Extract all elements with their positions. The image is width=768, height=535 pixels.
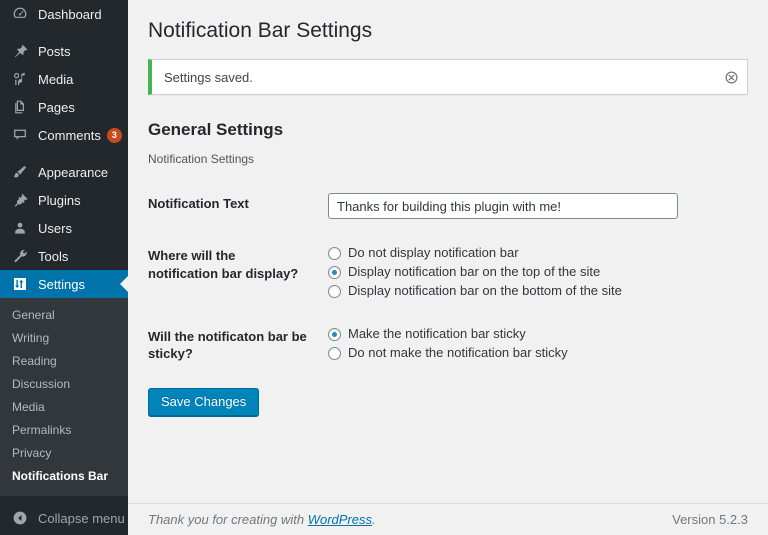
sidebar-item-label: Posts: [38, 43, 71, 59]
sidebar-item-pages[interactable]: Pages: [0, 93, 128, 121]
sidebar-item-settings[interactable]: Settings: [0, 270, 128, 298]
settings-saved-notice: Settings saved.: [148, 59, 748, 96]
submenu-item-writing[interactable]: Writing: [0, 327, 128, 350]
radio-option-top[interactable]: Display notification bar on the top of t…: [328, 264, 738, 281]
radio-label[interactable]: Display notification bar on the top of t…: [348, 264, 600, 281]
radio-label[interactable]: Do not display notification bar: [348, 245, 519, 262]
sidebar-item-label: Users: [38, 220, 72, 236]
page-title: Notification Bar Settings: [148, 19, 373, 42]
radio-option-bottom[interactable]: Display notification bar on the bottom o…: [328, 283, 738, 300]
main-content: Notification Bar Settings Settings saved…: [128, 0, 768, 535]
sticky-cell: Make the notification bar sticky Do not …: [318, 313, 748, 378]
sidebar-item-appearance[interactable]: Appearance: [0, 158, 128, 186]
section-heading: General Settings: [148, 120, 284, 140]
radio-label[interactable]: Display notification bar on the bottom o…: [348, 283, 622, 300]
submenu-item-reading[interactable]: Reading: [0, 350, 128, 373]
radio-input[interactable]: [328, 327, 341, 341]
submenu-item-general[interactable]: General: [0, 304, 128, 327]
wp-admin-screen: Dashboard Posts Media Pages Comments 3 A…: [0, 0, 768, 535]
content-wrap: Notification Bar Settings Settings saved…: [128, 0, 768, 416]
table-row-notification-text: Notification Text: [148, 180, 748, 232]
table-row-display-position: Where will the notification bar display?…: [148, 232, 748, 313]
settings-submenu: General Writing Reading Discussion Media…: [0, 298, 128, 496]
sidebar-item-label: Tools: [38, 248, 69, 264]
sticky-label: Will the notificaton bar be sticky?: [148, 328, 307, 362]
sidebar-item-dashboard[interactable]: Dashboard: [0, 0, 128, 28]
submenu-item-media[interactable]: Media: [0, 396, 128, 419]
radio-input[interactable]: [328, 284, 341, 298]
sidebar-item-label: Dashboard: [38, 6, 102, 22]
menu-separator: [0, 28, 128, 37]
sidebar-item-posts[interactable]: Posts: [0, 37, 128, 65]
plug-icon: [10, 190, 30, 210]
display-position-radio-group: Do not display notification bar Display …: [328, 245, 738, 300]
chevron-left-circle-icon: [10, 508, 30, 528]
admin-menu: Dashboard Posts Media Pages Comments 3 A…: [0, 0, 128, 298]
wrench-icon: [10, 246, 30, 266]
notice-message: Settings saved.: [164, 69, 253, 85]
sliders-icon: [10, 274, 30, 294]
radio-input[interactable]: [328, 346, 341, 360]
submenu-item-discussion[interactable]: Discussion: [0, 373, 128, 396]
sidebar-item-tools[interactable]: Tools: [0, 242, 128, 270]
display-position-label: Where will the notification bar display?: [148, 248, 299, 281]
collapse-menu-label: Collapse menu: [38, 510, 125, 526]
radio-option-sticky-no[interactable]: Do not make the notification bar sticky: [328, 345, 738, 362]
sidebar-item-label: Comments: [38, 127, 101, 143]
sidebar-item-users[interactable]: Users: [0, 214, 128, 242]
collapse-menu-button[interactable]: Collapse menu: [0, 501, 128, 535]
display-position-cell: Do not display notification bar Display …: [318, 232, 748, 313]
dashboard-icon: [10, 4, 30, 24]
footer-thanks-suffix: .: [372, 512, 376, 527]
sidebar-item-media[interactable]: Media: [0, 65, 128, 93]
submenu-item-privacy[interactable]: Privacy: [0, 442, 128, 465]
sidebar-item-label: Plugins: [38, 192, 81, 208]
submenu-item-notifications-bar[interactable]: Notifications Bar: [0, 465, 128, 488]
admin-footer: Thank you for creating with WordPress. V…: [128, 503, 768, 535]
comments-count-badge: 3: [106, 127, 122, 143]
section-description: Notification Settings: [148, 152, 255, 167]
sidebar-item-comments[interactable]: Comments 3: [0, 121, 128, 149]
menu-separator: [0, 149, 128, 158]
notification-text-label: Notification Text: [148, 196, 249, 212]
radio-label[interactable]: Make the notification bar sticky: [348, 326, 526, 343]
table-row-sticky: Will the notificaton bar be sticky? Make…: [148, 313, 748, 378]
sticky-radio-group: Make the notification bar sticky Do not …: [328, 326, 738, 362]
wordpress-link[interactable]: WordPress: [308, 512, 372, 527]
paintbrush-icon: [10, 162, 30, 182]
radio-input[interactable]: [328, 265, 341, 279]
radio-input[interactable]: [328, 247, 341, 261]
media-icon: [10, 69, 30, 89]
sidebar-item-label: Pages: [38, 99, 75, 115]
notification-text-cell: [318, 180, 748, 232]
pages-icon: [10, 97, 30, 117]
notification-text-input[interactable]: [328, 193, 678, 220]
radio-option-no-display[interactable]: Do not display notification bar: [328, 245, 738, 262]
admin-sidebar: Dashboard Posts Media Pages Comments 3 A…: [0, 0, 128, 535]
sidebar-item-label: Appearance: [38, 164, 109, 180]
radio-option-sticky-yes[interactable]: Make the notification bar sticky: [328, 326, 738, 343]
dismiss-circle-icon[interactable]: [721, 67, 741, 87]
comment-icon: [10, 125, 30, 145]
sidebar-item-plugins[interactable]: Plugins: [0, 186, 128, 214]
submit-area: Save Changes: [148, 378, 748, 416]
save-changes-button[interactable]: Save Changes: [148, 387, 260, 416]
wp-version: Version 5.2.3: [672, 512, 748, 527]
pin-icon: [10, 41, 30, 61]
sidebar-item-label: Media: [38, 71, 74, 87]
sidebar-item-label: Settings: [38, 276, 85, 292]
footer-thanks-prefix: Thank you for creating with: [148, 512, 308, 527]
submenu-item-permalinks[interactable]: Permalinks: [0, 419, 128, 442]
settings-form-table: Notification Text Where will the notific…: [148, 180, 748, 378]
user-icon: [10, 218, 30, 238]
footer-thanks: Thank you for creating with WordPress.: [148, 512, 376, 527]
radio-label[interactable]: Do not make the notification bar sticky: [348, 345, 568, 362]
